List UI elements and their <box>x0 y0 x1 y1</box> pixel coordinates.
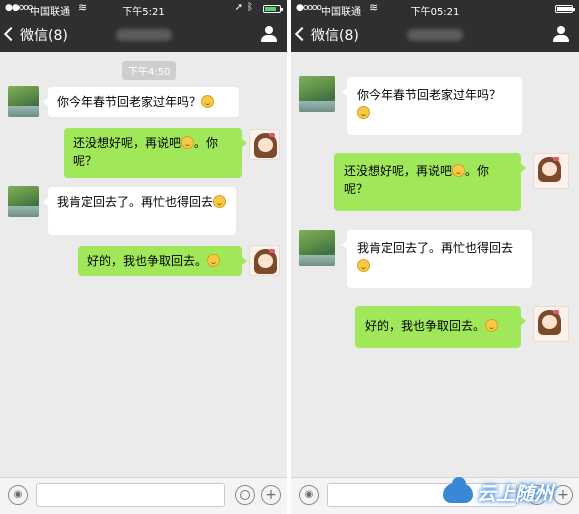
chat-area: 你今年春节回老家过年吗？ 还没想好呢，再说吧 。你呢？ 我肯定回去了。再忙也得回去… <box>291 52 579 478</box>
message-bubble-received[interactable]: 你今年春节回老家过年吗？ <box>43 87 239 117</box>
status-bar: ●●ooo 中国联通 ≋ 下午5:21 ➚ ᛒ <box>0 0 287 18</box>
smile-emoji-icon <box>357 106 370 119</box>
my-avatar[interactable] <box>249 129 280 160</box>
status-time: 下午5:21 <box>122 7 165 18</box>
message-bubble-received[interactable]: 你今年春节回老家过年吗？ <box>342 77 522 135</box>
back-label: 微信(8) <box>311 28 359 44</box>
thinking-emoji-icon <box>181 136 195 149</box>
message-text: 我肯定回去了。再忙也得回去 <box>357 241 514 255</box>
contact-avatar[interactable] <box>299 76 335 112</box>
message-text: 好的，我也争取回去。 <box>365 319 486 333</box>
grin-emoji-icon <box>485 319 499 332</box>
phone-screen-left: ●●ooo 中国联通 ≋ 下午5:21 ➚ ᛒ 微信(8) 下午4:50 你今年… <box>0 0 287 514</box>
message-text: 你今年春节回老家过年吗？ <box>57 95 202 109</box>
message-bubble-sent[interactable]: 还没想好呢，再说吧 。你呢？ <box>334 153 526 211</box>
bluetooth-icon: ᛒ <box>247 2 253 13</box>
my-avatar[interactable] <box>533 306 569 342</box>
message-text: 还没想好呢，再说吧 <box>344 164 453 178</box>
battery-icon <box>263 5 283 13</box>
message-bubble-sent[interactable]: 还没想好呢，再说吧 。你呢？ <box>64 128 247 178</box>
back-chevron-icon <box>294 26 310 42</box>
person-icon[interactable] <box>553 26 569 44</box>
blurred-contact-name <box>407 29 463 41</box>
smile-emoji-icon <box>357 259 370 272</box>
thinking-emoji-icon <box>452 164 466 177</box>
message-bubble-sent[interactable]: 好的，我也争取回去。 <box>78 246 247 276</box>
plus-icon[interactable]: + <box>553 485 573 505</box>
message-input[interactable] <box>36 483 225 507</box>
smile-emoji-icon <box>213 195 227 208</box>
message-bubble-sent[interactable]: 好的，我也争取回去。 <box>355 306 526 348</box>
smile-emoji-icon <box>201 95 215 108</box>
battery-icon <box>555 5 575 13</box>
message-text: 好的，我也争取回去。 <box>87 254 208 268</box>
contact-avatar[interactable] <box>8 86 39 117</box>
voice-icon[interactable]: ◉ <box>299 485 319 505</box>
nav-bar: 微信(8) <box>291 18 579 52</box>
message-bubble-received[interactable]: 我肯定回去了。再忙也得回去 <box>43 187 236 235</box>
my-avatar[interactable] <box>533 153 569 189</box>
watermark-text: 云上随州 <box>476 483 553 505</box>
nav-bar: 微信(8) <box>0 18 287 52</box>
chat-timestamp: 下午4:50 <box>122 61 177 80</box>
person-icon[interactable] <box>261 26 277 44</box>
back-chevron-icon <box>3 26 19 42</box>
status-time: 下午05:21 <box>410 7 460 18</box>
phone-screen-right: ●oooo 中国联通 ≋ 下午05:21 微信(8) 你今年春节回老家过年吗？ … <box>291 0 579 514</box>
back-button[interactable]: 微信(8) <box>294 25 359 45</box>
location-icon: ➚ <box>234 2 243 13</box>
message-bubble-received[interactable]: 我肯定回去了。再忙也得回去 <box>342 230 532 288</box>
my-avatar[interactable] <box>249 245 280 276</box>
blurred-contact-name <box>115 29 172 41</box>
status-bar: ●oooo 中国联通 ≋ 下午05:21 <box>291 0 579 18</box>
emoji-icon[interactable] <box>235 485 255 505</box>
plus-icon[interactable]: + <box>261 485 281 505</box>
back-label: 微信(8) <box>20 28 68 44</box>
message-text: 还没想好呢，再说吧 <box>73 136 182 150</box>
watermark-logo-icon <box>443 477 473 503</box>
message-text: 我肯定回去了。再忙也得回去 <box>57 195 214 209</box>
contact-avatar[interactable] <box>8 186 39 217</box>
message-text: 你今年春节回老家过年吗？ <box>357 88 502 102</box>
voice-icon[interactable]: ◉ <box>8 485 28 505</box>
grin-emoji-icon <box>207 254 221 267</box>
input-bar: ◉ + <box>0 477 287 514</box>
contact-avatar[interactable] <box>299 230 335 266</box>
back-button[interactable]: 微信(8) <box>3 25 68 45</box>
chat-area: 下午4:50 你今年春节回老家过年吗？ 还没想好呢，再说吧 。你呢？ 我肯定回去了… <box>0 52 287 478</box>
